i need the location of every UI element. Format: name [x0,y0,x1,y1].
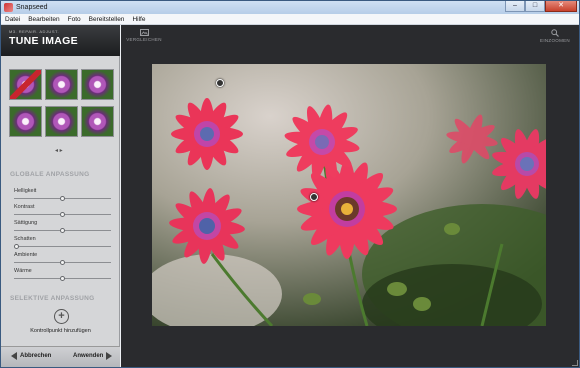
sidebar: M3. REPAIR. ADJUST. TUNE IMAGE ◂ ▸ GLOBA… [1,25,120,367]
app-icon [4,3,13,12]
contrast-slider-knob[interactable] [60,212,65,217]
close-button[interactable]: ✕ [545,1,577,12]
tool-kicker: M3. REPAIR. ADJUST. [9,29,60,34]
tool-title: TUNE IMAGE [9,35,78,47]
minimize-button[interactable]: – [505,1,525,12]
window-title: Snapseed [16,4,48,11]
preset-thumbnail[interactable] [9,69,42,100]
zoom-button[interactable]: EINZOOMEN [533,29,577,43]
cancel-label: Abbrechen [20,353,52,359]
brightness-slider[interactable] [14,196,111,201]
apply-label: Anwenden [73,353,104,359]
arrow-left-icon [11,352,17,360]
title-bar: Snapseed – □ ✕ [1,1,579,14]
preset-thumbnail[interactable] [9,106,42,137]
ambience-slider-knob[interactable] [60,260,65,265]
slider-label-saturation: Sättigung [14,220,38,226]
photo-preview[interactable] [152,64,546,326]
menu-bar: Datei Bearbeiten Foto Bereitstellen Hilf… [1,14,579,25]
control-point[interactable] [310,193,318,201]
shadows-slider-knob[interactable] [14,244,19,249]
brightness-slider-knob[interactable] [60,196,65,201]
app-window: Snapseed – □ ✕ Datei Bearbeiten Foto Ber… [0,0,580,368]
maximize-button[interactable]: □ [525,1,545,12]
image-icon [139,29,149,36]
plus-icon[interactable]: + [54,309,69,324]
compare-label: VERGLEICHEN [126,37,162,42]
shadows-slider[interactable] [14,244,111,249]
compare-button[interactable]: VERGLEICHEN [123,29,165,42]
preset-thumbnail[interactable] [81,106,114,137]
slider-label-ambience: Ambiente [14,252,38,258]
bottom-bar: Abbrechen Anwenden [1,346,120,367]
flower-photo [152,64,546,326]
saturation-slider-knob[interactable] [60,228,65,233]
preset-thumbnail[interactable] [45,69,78,100]
global-adjust-title: GLOBALE ANPASSUNG [10,171,90,178]
menu-hilfe[interactable]: Hilfe [132,16,145,23]
slider-label-brightness: Helligkeit [14,188,37,194]
menu-foto[interactable]: Foto [68,16,81,23]
resize-grip-icon[interactable] [572,360,578,366]
cancel-button[interactable]: Abbrechen [11,352,51,360]
warmth-slider[interactable] [14,276,111,281]
zoom-label: EINZOOMEN [540,38,570,43]
warmth-slider-knob[interactable] [60,276,65,281]
magnifier-icon [551,29,559,37]
slider-label-contrast: Kontrast [14,204,35,210]
apply-button[interactable]: Anwenden [73,352,113,360]
main-canvas: VERGLEICHEN EINZOOMEN [121,25,579,367]
add-control-point-label[interactable]: Kontrollpunkt hinzufügen [1,328,120,334]
arrow-right-icon [106,352,113,360]
slider-label-shadows: Schatten [14,236,36,242]
slider-label-warmth: Wärme [14,268,32,274]
contrast-slider[interactable] [14,212,111,217]
preset-pager[interactable]: ◂ ▸ [55,147,63,154]
tool-header: M3. REPAIR. ADJUST. TUNE IMAGE [1,25,120,56]
preset-thumbnails [9,69,117,137]
selective-adjust-title: SELEKTIVE ANPASSUNG [10,295,95,302]
menu-bereitstellen[interactable]: Bereitstellen [89,16,125,23]
preset-thumbnail[interactable] [45,106,78,137]
control-point[interactable] [216,79,224,87]
menu-datei[interactable]: Datei [5,16,20,23]
saturation-slider[interactable] [14,228,111,233]
menu-bearbeiten[interactable]: Bearbeiten [28,16,59,23]
preset-thumbnail[interactable] [81,69,114,100]
ambience-slider[interactable] [14,260,111,265]
